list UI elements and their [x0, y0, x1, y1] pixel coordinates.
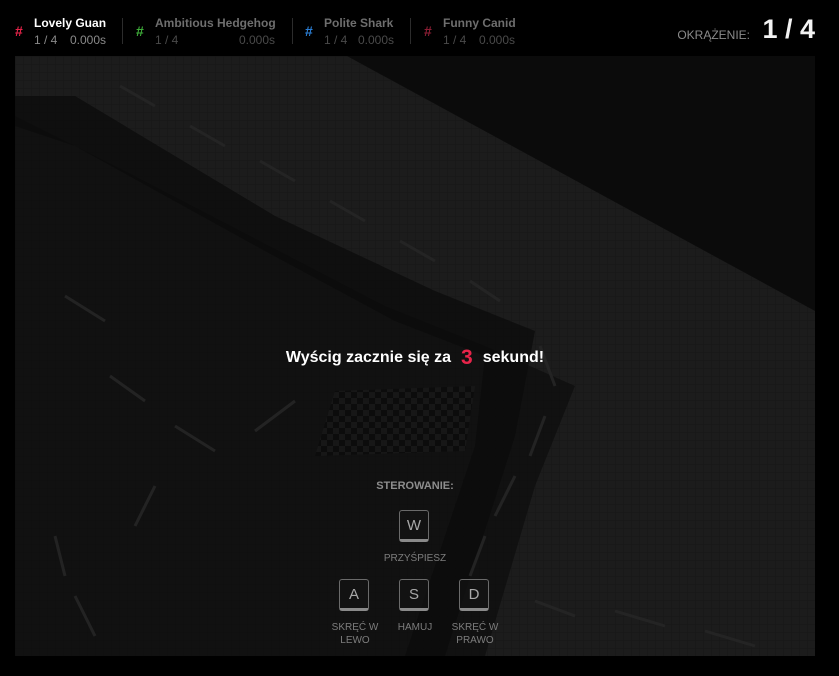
race-countdown-message: Wyścig zacznie się za 3 sekund!: [0, 344, 830, 369]
player-name: Ambitious Hedgehog: [155, 16, 276, 30]
lap-counter-label: OKRĄŻENIE:: [677, 27, 750, 42]
key-d-label-line2: PRAWO: [456, 635, 494, 646]
hud-divider: [292, 18, 293, 44]
player-name: Lovely Guan: [34, 16, 107, 30]
key-w-accelerate[interactable]: W: [399, 510, 429, 542]
hud-divider: [410, 18, 411, 44]
countdown-number: 3: [461, 346, 473, 369]
player-color-marker: #: [15, 23, 23, 39]
key-s-brake[interactable]: S: [399, 579, 429, 611]
hud-divider: [122, 18, 123, 44]
player-name: Funny Canid: [443, 16, 516, 30]
player-lap: 1 / 4: [155, 33, 179, 47]
player-time: 0.000s: [479, 33, 516, 47]
player-name: Polite Shark: [324, 16, 394, 30]
player-color-marker: #: [424, 23, 432, 39]
player-lap: 1 / 4: [324, 33, 348, 47]
player-color-marker: #: [305, 23, 313, 39]
countdown-prefix: Wyścig zacznie się za: [285, 349, 452, 366]
key-d-label-line1: SKRĘĆ W: [451, 622, 499, 633]
player-color-marker: #: [136, 23, 144, 39]
key-d-turn-right[interactable]: D: [459, 579, 489, 611]
player-lap: 1 / 4: [34, 33, 58, 47]
key-w-label: PRZYŚPIESZ: [383, 553, 447, 564]
lap-counter-value: 1 / 4: [762, 14, 815, 44]
controls-title: STEROWANIE:: [376, 480, 454, 492]
player-entry-1: # Lovely Guan 1 / 4 0.000s: [15, 14, 110, 47]
lap-counter: OKRĄŻENIE: 1 / 4: [677, 14, 815, 48]
player-entry-2: # Ambitious Hedgehog 1 / 4 0.000s: [136, 14, 278, 47]
player-time: 0.000s: [70, 33, 107, 47]
player-lap: 1 / 4: [443, 33, 467, 47]
player-entry-3: # Polite Shark 1 / 4 0.000s: [305, 14, 400, 47]
key-d-label: SKRĘĆ W PRAWO: [435, 621, 515, 647]
key-a-turn-left[interactable]: A: [339, 579, 369, 611]
key-a-label-line2: LEWO: [340, 635, 370, 646]
player-time: 0.000s: [358, 33, 395, 47]
player-time: 0.000s: [239, 33, 276, 47]
race-hud: # Lovely Guan 1 / 4 0.000s # Ambitious H…: [0, 0, 839, 56]
countdown-suffix: sekund!: [482, 349, 545, 366]
player-entry-4: # Funny Canid 1 / 4 0.000s: [424, 14, 519, 47]
